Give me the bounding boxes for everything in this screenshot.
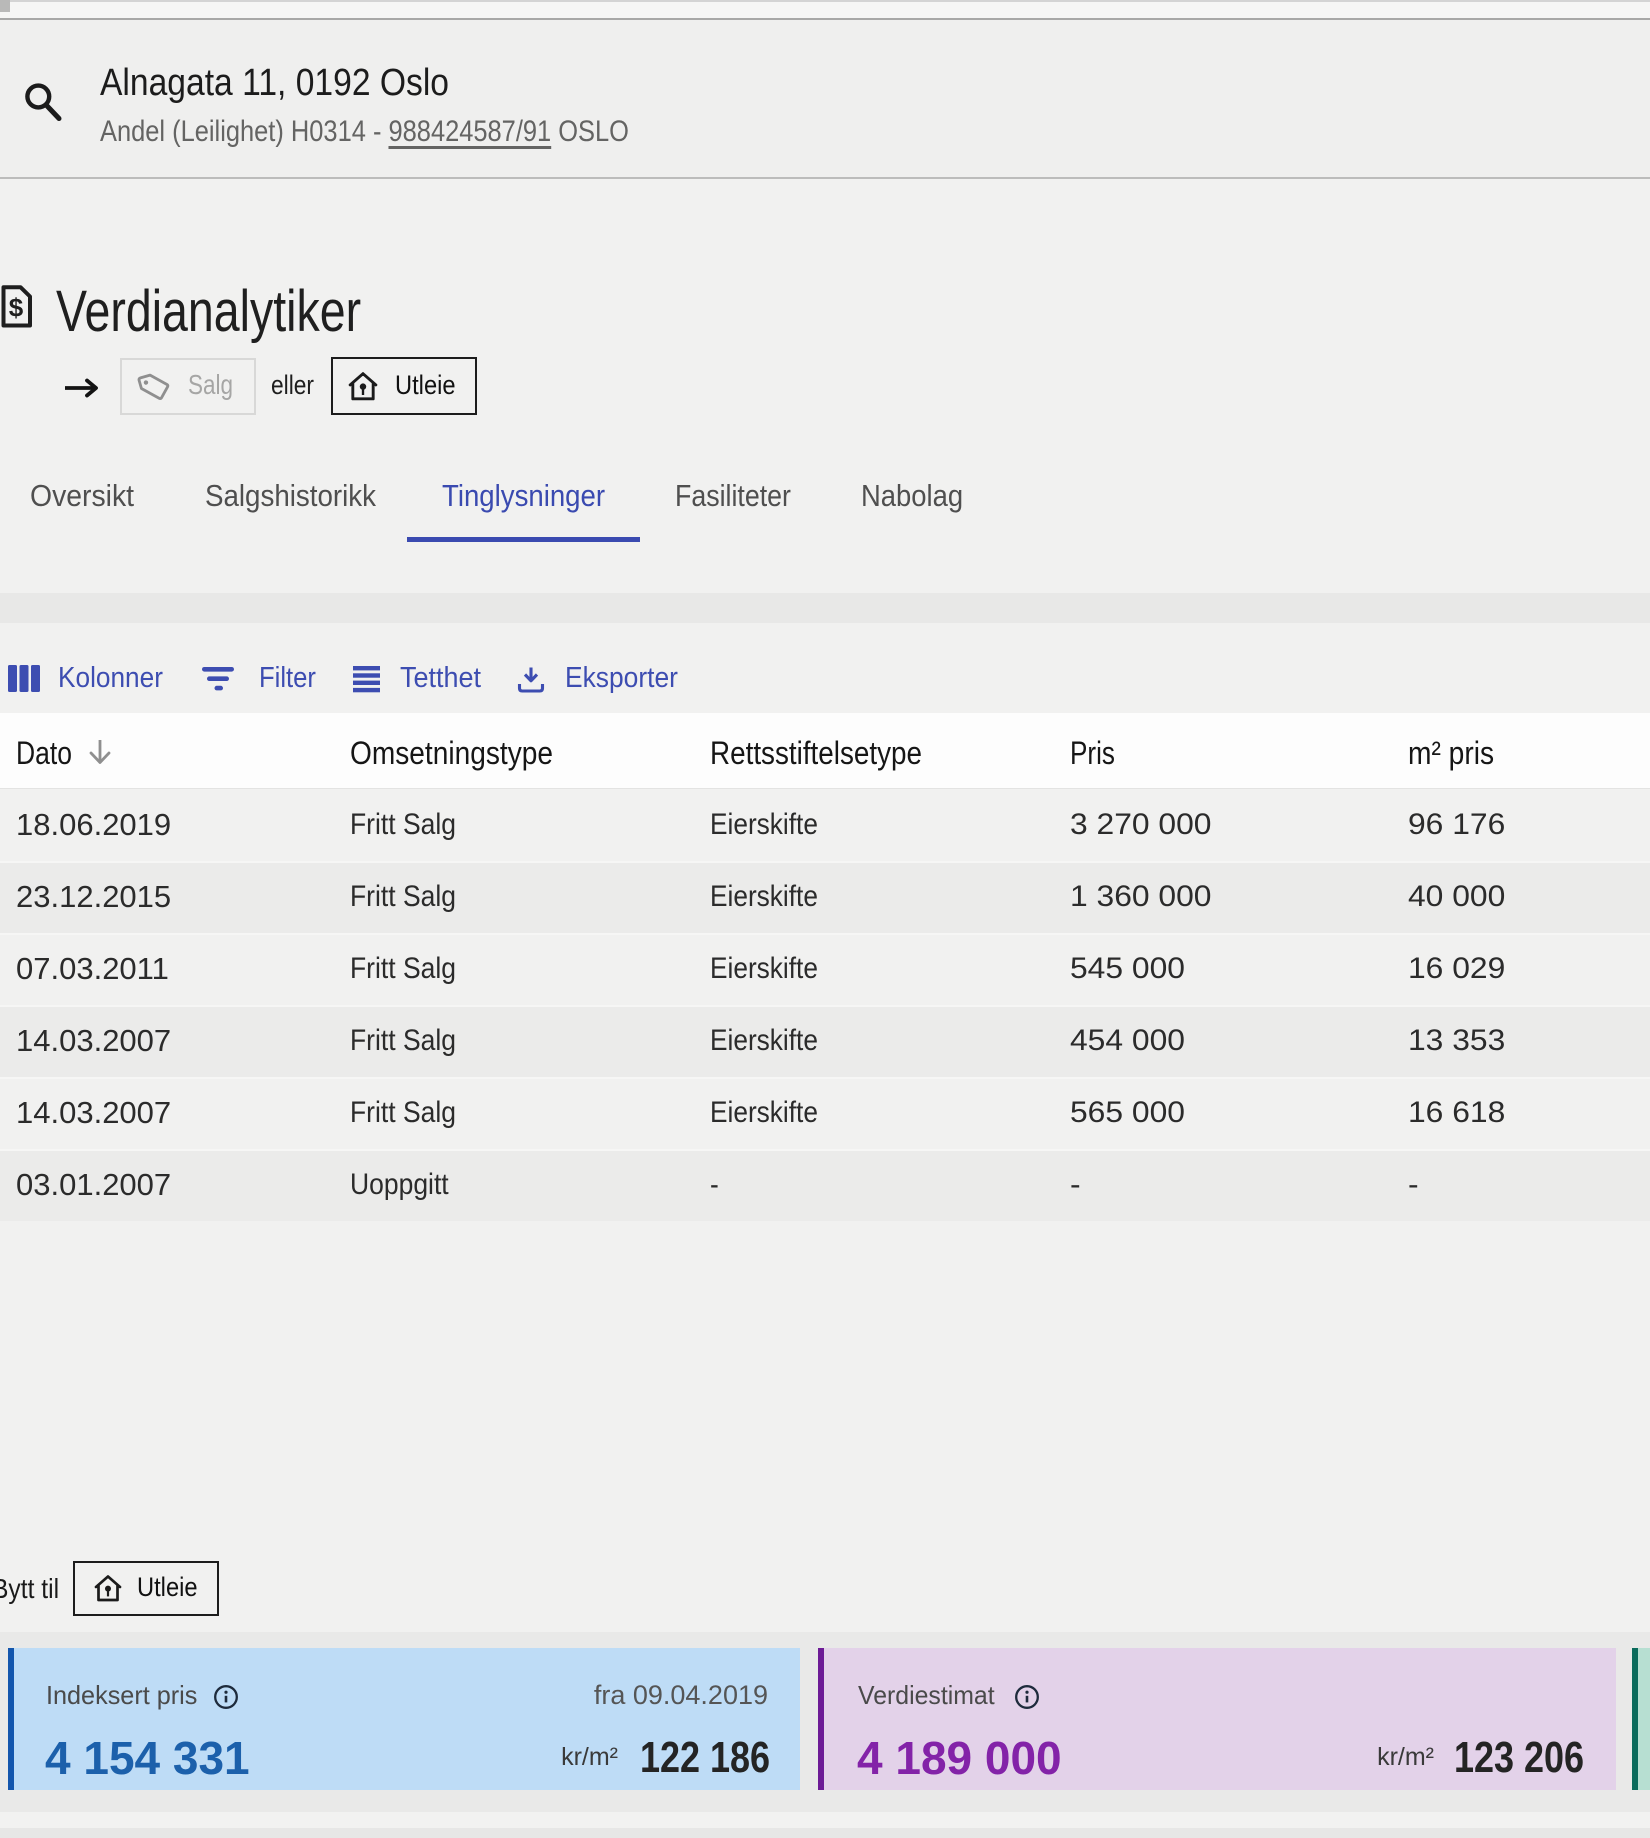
svg-text:$: $: [9, 293, 24, 323]
